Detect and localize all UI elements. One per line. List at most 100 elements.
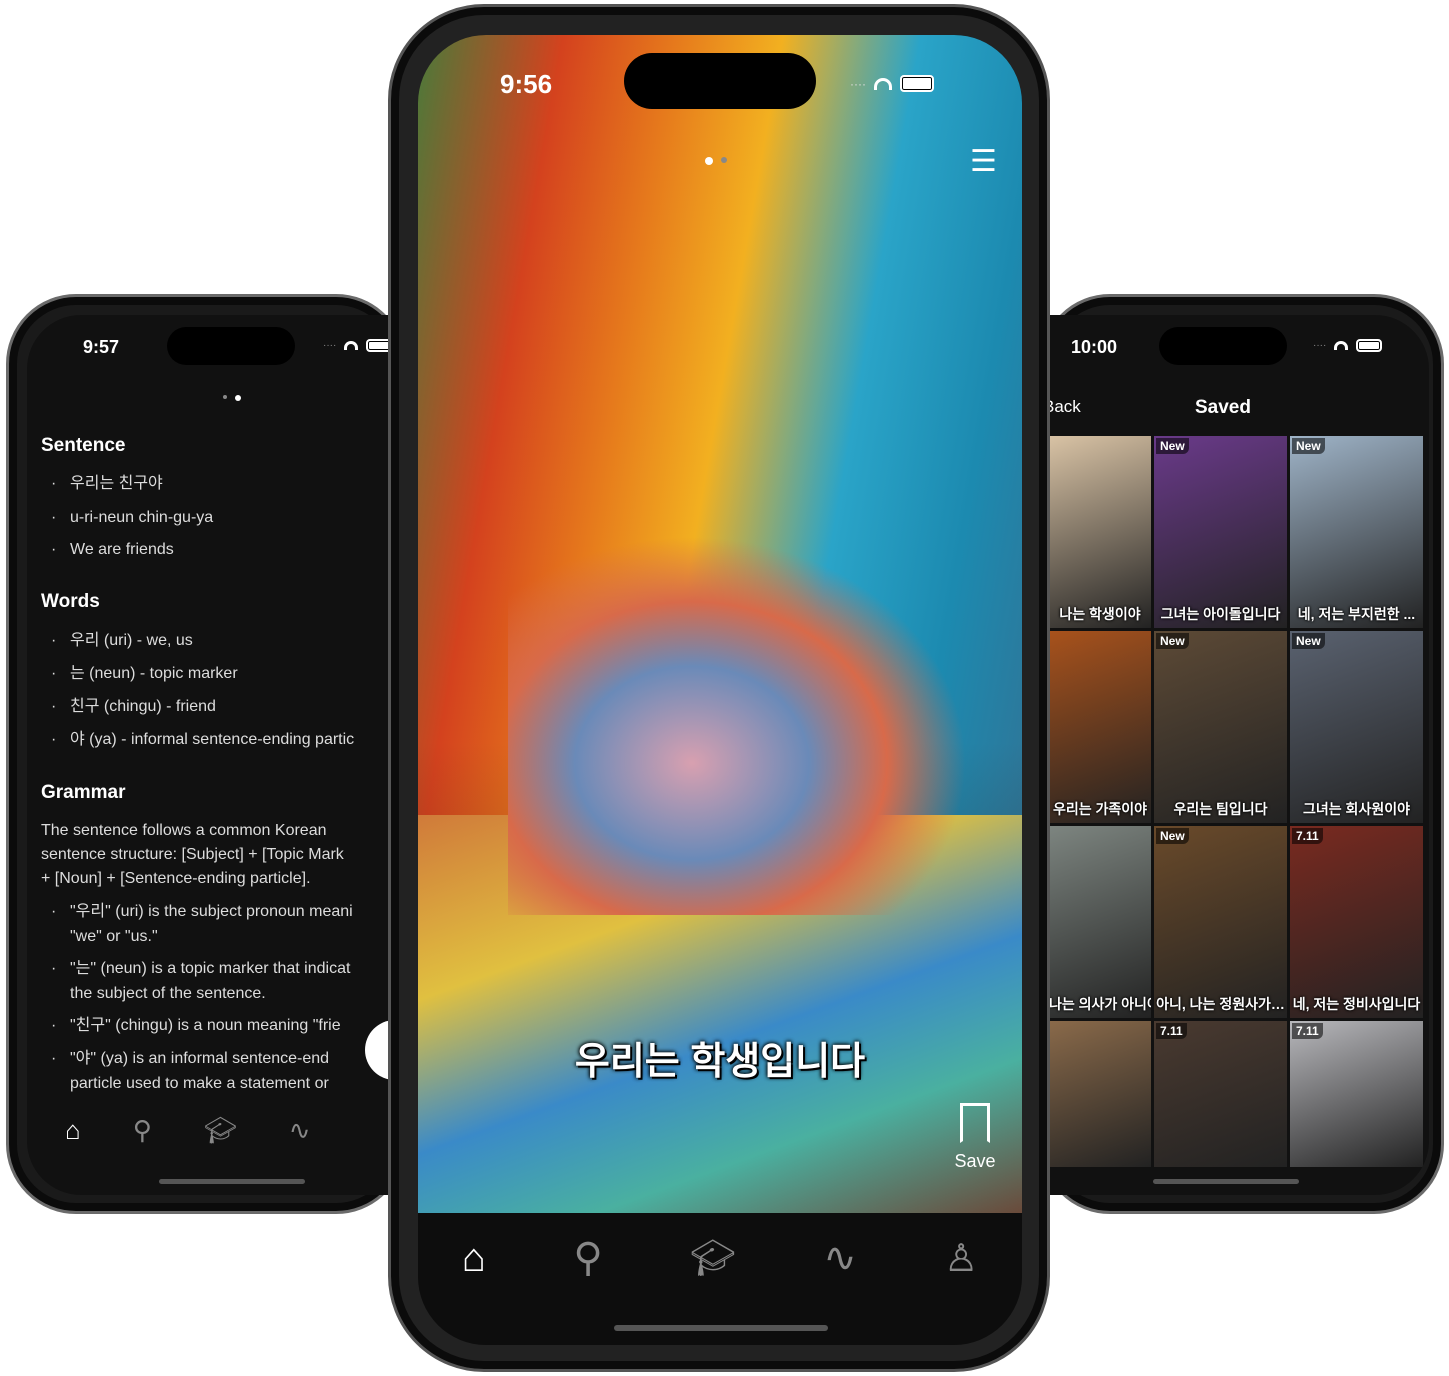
item-caption: 그녀는 아이돌입니다 xyxy=(1160,606,1281,622)
home-icon[interactable]: ⌂ xyxy=(462,1236,486,1281)
saved-item[interactable]: 우리는 가족이야 xyxy=(1049,631,1151,823)
word-item: 는 (neun) - topic marker xyxy=(51,661,238,686)
dynamic-island xyxy=(1159,327,1287,365)
sentence-item: u-ri-neun chin-gu-ya xyxy=(51,505,213,530)
grammar-line: "는" (neun) is a topic marker that indica… xyxy=(70,960,351,977)
saved-item[interactable]: New 우리는 팀입니다 xyxy=(1154,631,1287,823)
item-badge: 7.11 xyxy=(1292,1023,1323,1039)
children-image xyxy=(508,535,968,915)
page-dots[interactable] xyxy=(705,157,727,165)
page-dots[interactable] xyxy=(223,395,241,401)
item-badge: New xyxy=(1292,633,1325,649)
wifi-icon xyxy=(1334,341,1349,350)
grammar-intro: The sentence follows a common Korean sen… xyxy=(41,819,344,891)
saved-grid: 나는 학생이야 New 그녀는 아이돌입니다 New 네, 저는 부지런한 ... 우리는… xyxy=(1049,436,1423,1195)
sentence-item: 우리는 친구야 xyxy=(51,471,163,496)
path-icon[interactable]: ∿ xyxy=(289,1115,311,1146)
status-icons: ···· xyxy=(323,339,393,352)
battery-icon xyxy=(1356,339,1383,352)
item-caption: 네, 저는 부지런한 ... xyxy=(1297,606,1416,622)
sentence-item: We are friends xyxy=(51,537,174,562)
right-phone: 10:00 ···· Back Saved 나는 학생이야 New 그녀는 아이돌입… xyxy=(1040,294,1444,1214)
learn-icon[interactable]: 🎓︎ xyxy=(204,1115,237,1146)
grammar-line: "we" or "us." xyxy=(70,928,158,945)
item-badge: New xyxy=(1156,633,1189,649)
item-badge: New xyxy=(1156,828,1189,844)
grammar-line: the subject of the sentence. xyxy=(70,985,266,1002)
grammar-line: particle used to make a statement or xyxy=(70,1075,329,1092)
grammar-line: "우리" (uri) is the subject pronoun meani xyxy=(70,903,353,920)
center-phone: 9:56 ···· ☰ 우리는 학생입니다 Save ⌂ ⚲ 🎓︎ ∿ ♙ xyxy=(388,4,1050,1372)
wifi-icon xyxy=(873,77,892,90)
search-icon[interactable]: ⚲ xyxy=(573,1235,602,1281)
back-button[interactable]: Back xyxy=(1049,397,1081,417)
saved-item[interactable]: 나는 의사가 아니야 xyxy=(1049,826,1151,1018)
saved-item[interactable]: 7.11 xyxy=(1154,1021,1287,1167)
word-item: 야 (ya) - informal sentence-ending partic xyxy=(51,727,354,752)
item-caption: 우리는 팀입니다 xyxy=(1173,801,1268,817)
dynamic-island xyxy=(167,327,295,365)
wifi-icon xyxy=(344,341,359,350)
word-item: 우리 (uri) - we, us xyxy=(51,628,193,653)
left-screen: 9:57 ···· Sentence 우리는 친구야 u-ri-neun chi… xyxy=(27,315,407,1195)
item-caption: 아니, 나는 정원사가… xyxy=(1156,996,1285,1012)
grammar-item: "야" (ya) is an informal sentence-end part… xyxy=(51,1046,330,1096)
home-indicator xyxy=(614,1325,828,1331)
grammar-line: + [Noun] + [Sentence-ending particle]. xyxy=(41,870,311,887)
item-caption: 우리는 가족이야 xyxy=(1052,801,1148,817)
tab-bar: ⌂ ⚲ 🎓︎ ∿ ♙ xyxy=(418,1213,1022,1303)
item-badge: 7.11 xyxy=(1292,828,1323,844)
signal-icon: ···· xyxy=(850,76,866,91)
status-icons: ···· xyxy=(1313,339,1383,352)
grammar-line: "야" (ya) is an informal sentence-end xyxy=(70,1050,330,1067)
center-screen: 9:56 ···· ☰ 우리는 학생입니다 Save ⌂ ⚲ 🎓︎ ∿ ♙ xyxy=(418,35,1022,1345)
saved-item[interactable]: New 그녀는 아이돌입니다 xyxy=(1154,436,1287,628)
home-icon[interactable]: ⌂ xyxy=(65,1115,81,1146)
menu-icon[interactable]: ☰ xyxy=(970,147,997,177)
search-icon[interactable]: ⚲ xyxy=(133,1115,152,1146)
status-icons: ···· xyxy=(850,75,934,92)
page-title: Saved xyxy=(1195,397,1251,418)
saved-item[interactable]: 나는 학생이야 xyxy=(1049,436,1151,628)
grammar-line: The sentence follows a common Korean xyxy=(41,822,327,839)
profile-icon[interactable]: ♙ xyxy=(944,1236,978,1281)
grammar-heading: Grammar xyxy=(41,782,126,803)
signal-icon: ···· xyxy=(1313,340,1327,351)
grammar-line: sentence structure: [Subject] + [Topic M… xyxy=(41,846,344,863)
grammar-item: "우리" (uri) is the subject pronoun meani "… xyxy=(51,899,353,949)
subtitle[interactable]: 우리는 학생입니다 xyxy=(418,1030,1022,1085)
item-badge: New xyxy=(1292,438,1325,454)
saved-item[interactable]: New 아니, 나는 정원사가… xyxy=(1154,826,1287,1018)
battery-icon xyxy=(899,75,934,92)
home-indicator xyxy=(159,1179,305,1184)
saved-item[interactable]: 7.11 xyxy=(1290,1021,1423,1167)
save-button[interactable]: Save xyxy=(940,1103,1010,1172)
status-time: 10:00 xyxy=(1071,337,1118,357)
status-time: 9:57 xyxy=(83,337,120,357)
item-caption: 나는 학생이야 xyxy=(1059,606,1141,622)
save-label: Save xyxy=(954,1151,996,1171)
tab-bar: ⌂ ⚲ 🎓︎ ∿ xyxy=(37,1110,407,1150)
item-caption: 그녀는 회사원이야 xyxy=(1303,801,1410,817)
right-screen: 10:00 ···· Back Saved 나는 학생이야 New 그녀는 아이돌입… xyxy=(1049,315,1429,1195)
words-heading: Words xyxy=(41,591,100,612)
saved-item[interactable]: 7.11 네, 저는 정비사입니다 xyxy=(1290,826,1423,1018)
path-icon[interactable]: ∿ xyxy=(823,1235,857,1281)
saved-item[interactable]: New 그녀는 회사원이야 xyxy=(1290,631,1423,823)
word-item: 친구 (chingu) - friend xyxy=(51,694,216,719)
item-badge: 7.11 xyxy=(1156,1023,1187,1039)
status-time: 9:56 xyxy=(500,69,553,99)
item-caption: 네, 저는 정비사입니다 xyxy=(1292,996,1421,1012)
saved-item[interactable]: New 네, 저는 부지런한 ... xyxy=(1290,436,1423,628)
signal-icon: ···· xyxy=(323,340,337,351)
left-phone: 9:57 ···· Sentence 우리는 친구야 u-ri-neun chi… xyxy=(6,294,407,1214)
item-caption: 나는 의사가 아니야 xyxy=(1049,996,1151,1012)
home-indicator xyxy=(1153,1179,1299,1184)
grammar-item: "친구" (chingu) is a noun meaning "frie xyxy=(51,1013,341,1038)
learn-icon[interactable]: 🎓︎ xyxy=(690,1237,736,1279)
sentence-heading: Sentence xyxy=(41,435,126,456)
grammar-item: "는" (neun) is a topic marker that indica… xyxy=(51,956,351,1006)
item-badge: New xyxy=(1156,438,1189,454)
dynamic-island xyxy=(624,53,816,109)
saved-item[interactable] xyxy=(1049,1021,1151,1167)
